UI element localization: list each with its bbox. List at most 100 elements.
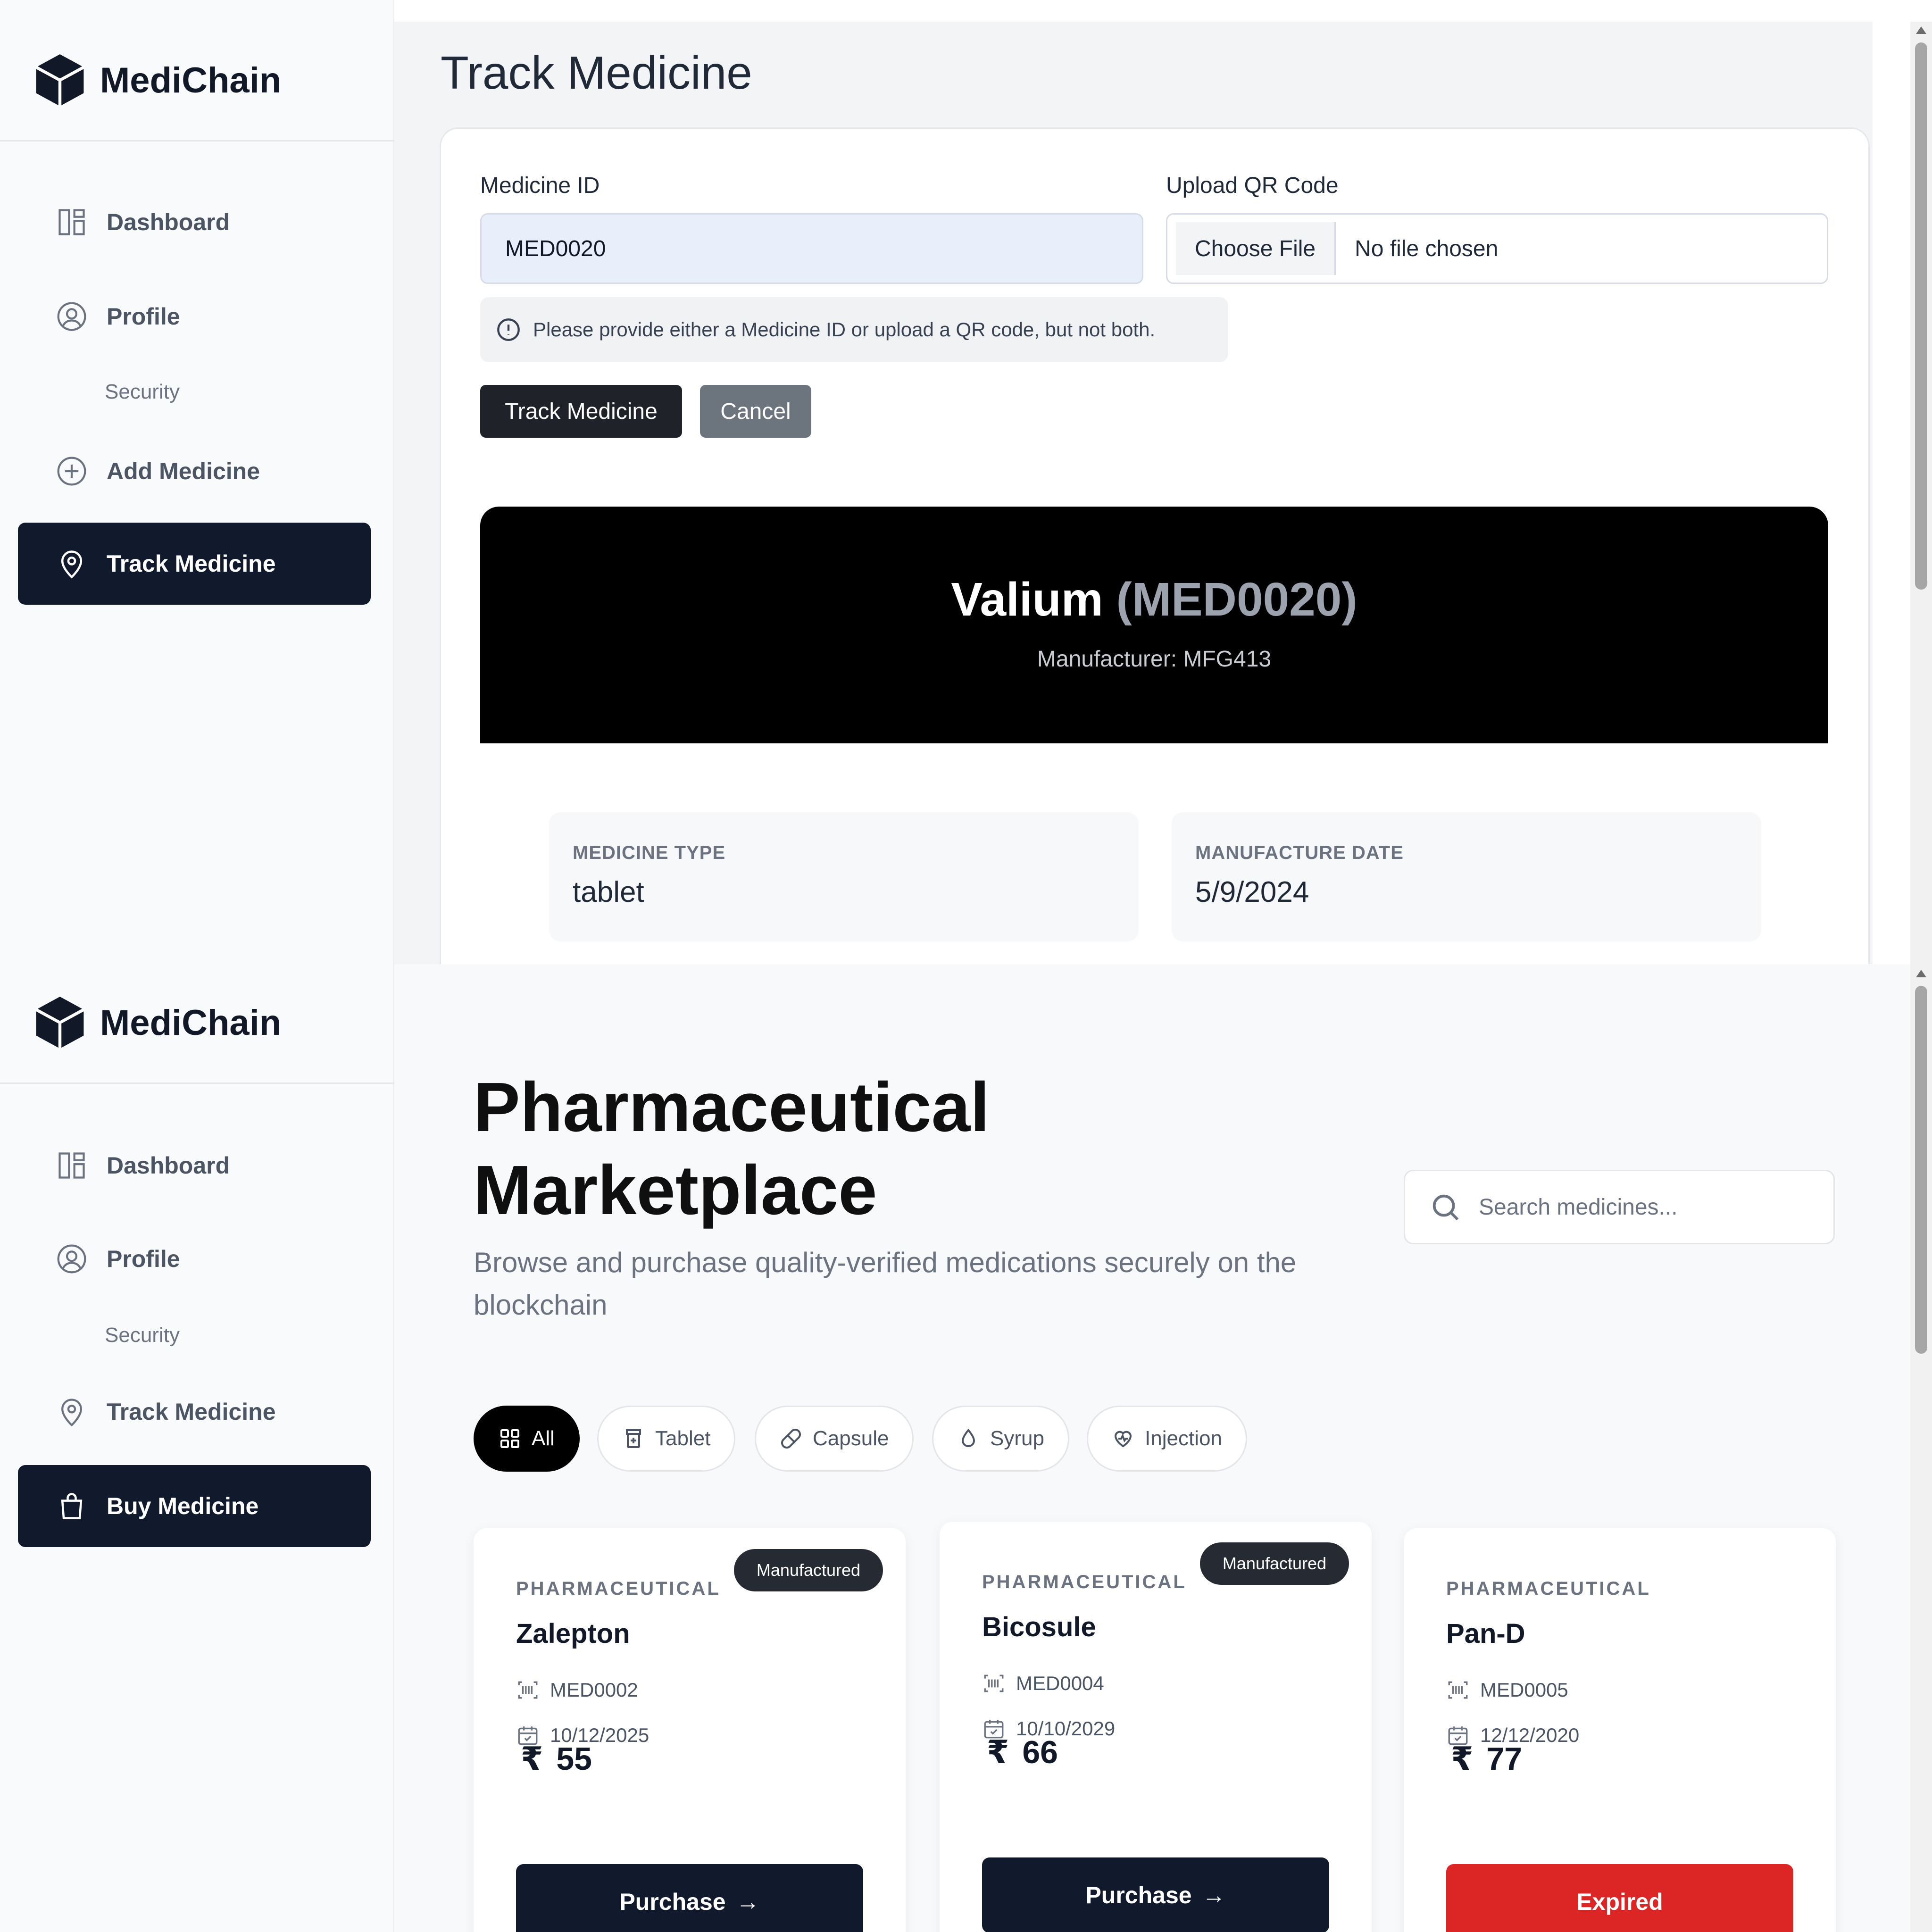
arrow-right-icon: → — [736, 1889, 760, 1915]
sidebar: MediChain Dashboard Profile Security Tra… — [0, 964, 394, 1932]
page-title: Pharmaceutical Marketplace — [474, 1066, 990, 1232]
product-id: MED0005 — [1480, 1679, 1568, 1701]
scrollbar[interactable] — [1910, 22, 1932, 964]
user-circle-icon — [57, 302, 86, 331]
button-label: Purchase — [1085, 1882, 1192, 1908]
manufacture-date-value: 5/9/2024 — [1195, 876, 1309, 908]
result-header: Valium (MED0020) Manufacturer: MFG413 — [480, 507, 1828, 743]
medicine-type-value: tablet — [573, 876, 644, 908]
sidebar-item-track-medicine[interactable]: Track Medicine — [18, 1371, 371, 1453]
cancel-button[interactable]: Cancel — [700, 385, 811, 438]
price-value: 55 — [556, 1741, 592, 1777]
expired-button[interactable]: Expired — [1446, 1864, 1793, 1932]
price-value: 77 — [1486, 1741, 1522, 1777]
page-subtitle: Browse and purchase quality-verified med… — [474, 1247, 1297, 1321]
medicine-id-label: Medicine ID — [480, 173, 600, 198]
sidebar-item-label: Dashboard — [107, 209, 230, 235]
sidebar-item-track-medicine[interactable]: Track Medicine — [18, 523, 371, 605]
filter-capsule[interactable]: Capsule — [755, 1406, 914, 1472]
product-price: ₹66 — [987, 1734, 1058, 1771]
divider — [0, 140, 394, 142]
purchase-button[interactable]: Purchase → — [982, 1857, 1329, 1932]
title-line-1: Pharmaceutical — [474, 1068, 990, 1146]
qr-upload-label: Upload QR Code — [1166, 173, 1339, 198]
medicine-title: Valium (MED0020) — [480, 573, 1828, 627]
sidebar-item-buy-medicine[interactable]: Buy Medicine — [18, 1465, 371, 1547]
currency-symbol: ₹ — [987, 1734, 1009, 1770]
plus-circle-icon — [57, 457, 86, 486]
price-value: 66 — [1022, 1734, 1058, 1770]
sidebar-item-label: Dashboard — [107, 1152, 230, 1179]
scroll-up-arrow-icon[interactable] — [1916, 970, 1926, 977]
user-circle-icon — [57, 1244, 86, 1274]
cube-logo-icon — [35, 997, 84, 1049]
status-badge: Manufactured — [1200, 1542, 1349, 1585]
page-title: Track Medicine — [441, 47, 752, 99]
search-input[interactable] — [1479, 1194, 1781, 1220]
brand-name: MediChain — [100, 1002, 282, 1043]
arrow-right-icon: → — [1202, 1882, 1226, 1908]
track-medicine-screen: MediChain Dashboard Profile Security Add… — [0, 0, 1932, 964]
brand[interactable]: MediChain — [34, 994, 281, 1051]
sidebar-item-add-medicine[interactable]: Add Medicine — [18, 430, 371, 512]
product-category: PHARMACEUTICAL — [982, 1572, 1187, 1592]
droplet-icon — [961, 1428, 975, 1447]
sidebar-item-dashboard[interactable]: Dashboard — [18, 181, 371, 263]
product-id-row: MED0002 — [516, 1678, 638, 1702]
sidebar-item-label: Profile — [107, 1246, 180, 1272]
track-medicine-button[interactable]: Track Medicine — [480, 385, 682, 438]
choose-file-button[interactable]: Choose File — [1176, 222, 1336, 275]
map-pin-icon — [61, 550, 83, 579]
product-id-row: MED0005 — [1446, 1678, 1568, 1702]
sidebar-item-label: Add Medicine — [107, 458, 260, 484]
filter-all[interactable]: All — [474, 1406, 580, 1472]
divider — [0, 1083, 394, 1084]
filter-label: Tablet — [655, 1427, 711, 1450]
grid-icon — [500, 1429, 519, 1448]
search-box[interactable] — [1404, 1170, 1835, 1244]
filter-syrup[interactable]: Syrup — [932, 1406, 1069, 1472]
pill-bottle-icon — [626, 1429, 641, 1448]
medicine-type-box: MEDICINE TYPE tablet — [549, 812, 1139, 941]
product-price: ₹77 — [1451, 1740, 1522, 1778]
search-icon — [1432, 1194, 1459, 1221]
scrollbar[interactable] — [1910, 964, 1932, 1932]
sidebar-item-profile[interactable]: Profile — [18, 275, 371, 358]
product-category: PHARMACEUTICAL — [516, 1578, 721, 1599]
currency-symbol: ₹ — [1451, 1741, 1474, 1777]
sidebar-item-profile[interactable]: Profile — [18, 1218, 371, 1300]
scroll-up-arrow-icon[interactable] — [1916, 26, 1926, 34]
medicine-type-label: MEDICINE TYPE — [573, 842, 726, 863]
product-name: Pan-D — [1446, 1618, 1525, 1649]
brand[interactable]: MediChain — [34, 52, 281, 108]
hint-message: Please provide either a Medicine ID or u… — [480, 297, 1228, 362]
manufacture-date-label: MANUFACTURE DATE — [1195, 842, 1404, 863]
manufacturer: Manufacturer: MFG413 — [1037, 647, 1272, 672]
dashboard-icon — [58, 1152, 85, 1179]
filter-label: Injection — [1145, 1427, 1222, 1450]
sidebar-item-label: Buy Medicine — [107, 1493, 259, 1519]
capsule-icon — [781, 1429, 801, 1449]
scroll-thumb[interactable] — [1915, 986, 1927, 1354]
product-id: MED0004 — [1016, 1672, 1104, 1694]
product-card: PHARMACEUTICAL Manufactured Bicosule MED… — [940, 1522, 1372, 1932]
qr-file-input[interactable]: Choose File No file chosen — [1166, 213, 1828, 284]
purchase-button[interactable]: Purchase → — [516, 1864, 863, 1932]
sidebar-item-security[interactable]: Security — [105, 1324, 180, 1347]
product-id-row: MED0004 — [982, 1672, 1104, 1695]
heart-pulse-icon — [1114, 1431, 1132, 1448]
sidebar-item-security[interactable]: Security — [105, 380, 180, 404]
medicine-id-input[interactable] — [480, 213, 1143, 284]
product-category: PHARMACEUTICAL — [1446, 1578, 1651, 1599]
hint-text: Please provide either a Medicine ID or u… — [533, 318, 1156, 341]
barcode-icon — [518, 1681, 538, 1699]
filter-injection[interactable]: Injection — [1087, 1406, 1247, 1472]
product-name: Zalepton — [516, 1618, 630, 1649]
sidebar-item-dashboard[interactable]: Dashboard — [18, 1124, 371, 1207]
dashboard-icon — [58, 209, 85, 235]
medicine-id: (MED0020) — [1116, 573, 1357, 626]
filter-tablet[interactable]: Tablet — [597, 1406, 736, 1472]
sidebar-item-label: Track Medicine — [107, 1399, 276, 1425]
scroll-thumb[interactable] — [1915, 42, 1927, 590]
product-price: ₹55 — [521, 1740, 592, 1778]
